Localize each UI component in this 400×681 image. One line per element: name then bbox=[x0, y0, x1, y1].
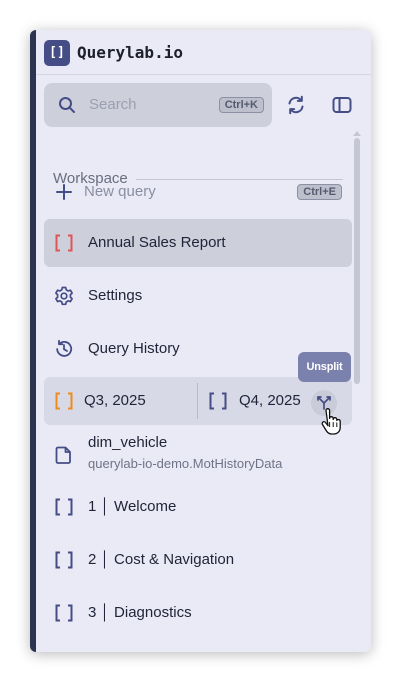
nav-item-label: 1 │ Welcome bbox=[88, 498, 177, 515]
bracket-icon bbox=[209, 392, 227, 410]
search-icon bbox=[59, 97, 75, 113]
sidebar-window: [] Querylab.io Search Ctrl+K Workspace N… bbox=[30, 30, 371, 652]
gear-icon bbox=[55, 286, 73, 306]
titlebar: [] Querylab.io bbox=[36, 30, 371, 75]
refresh-button[interactable] bbox=[281, 90, 311, 120]
table-item-dim-vehicle[interactable]: dim_vehicle querylab-io-demo.MotHistoryD… bbox=[44, 428, 352, 480]
nav-item-label: Settings bbox=[88, 287, 143, 304]
search-shortcut-badge: Ctrl+K bbox=[218, 97, 264, 113]
new-query-button[interactable]: New query Ctrl+E bbox=[44, 168, 352, 216]
nav-item-settings[interactable]: Settings bbox=[44, 272, 352, 320]
nav-item-chapter-2[interactable]: 2 │ Cost & Navigation bbox=[44, 536, 352, 584]
bracket-icon bbox=[55, 498, 73, 516]
bracket-icon bbox=[55, 392, 73, 410]
nav-item-label: 2 │ Cost & Navigation bbox=[88, 551, 235, 568]
table-item-label: dim_vehicle bbox=[88, 434, 168, 451]
nav-item-label: 3 │ Diagnostics bbox=[88, 604, 192, 621]
split-pane-label: Q4, 2025 bbox=[239, 392, 301, 409]
nav-item-label: Annual Sales Report bbox=[88, 234, 226, 251]
toggle-sidebar-button[interactable] bbox=[327, 90, 357, 120]
bracket-icon bbox=[55, 551, 73, 569]
search-placeholder: Search bbox=[89, 96, 137, 113]
split-pane-label: Q3, 2025 bbox=[84, 392, 146, 409]
window-accent-strip bbox=[30, 30, 36, 652]
nav-item-label: Query History bbox=[88, 340, 180, 357]
history-icon bbox=[56, 339, 73, 357]
hand-cursor-icon bbox=[321, 408, 341, 435]
file-icon bbox=[55, 446, 71, 464]
bracket-icon bbox=[55, 604, 73, 622]
scroll-up-arrow[interactable] bbox=[353, 131, 361, 136]
refresh-icon bbox=[288, 95, 304, 115]
sidebar-panel-icon bbox=[332, 97, 352, 113]
nav-item-chapter-3[interactable]: 3 │ Diagnostics bbox=[44, 589, 352, 637]
new-query-shortcut-badge: Ctrl+E bbox=[297, 184, 342, 200]
split-tab-group: Q3, 2025 Q4, 2025 bbox=[44, 377, 352, 425]
search-box[interactable]: Search Ctrl+K bbox=[44, 83, 272, 127]
split-pane-left[interactable]: Q3, 2025 bbox=[44, 377, 194, 425]
nav-item-annual-sales-report[interactable]: Annual Sales Report bbox=[44, 219, 352, 267]
app-title: Querylab.io bbox=[77, 43, 183, 62]
nav-item-chapter-1[interactable]: 1 │ Welcome bbox=[44, 483, 352, 531]
app-logo[interactable]: [] bbox=[44, 40, 70, 66]
new-query-label: New query bbox=[84, 183, 156, 200]
plus-icon bbox=[56, 184, 72, 200]
vertical-scrollbar[interactable] bbox=[354, 138, 360, 384]
table-item-dataset: querylab-io-demo.MotHistoryData bbox=[88, 456, 283, 471]
unsplit-tooltip: Unsplit bbox=[298, 352, 351, 382]
bracket-icon bbox=[55, 234, 73, 252]
